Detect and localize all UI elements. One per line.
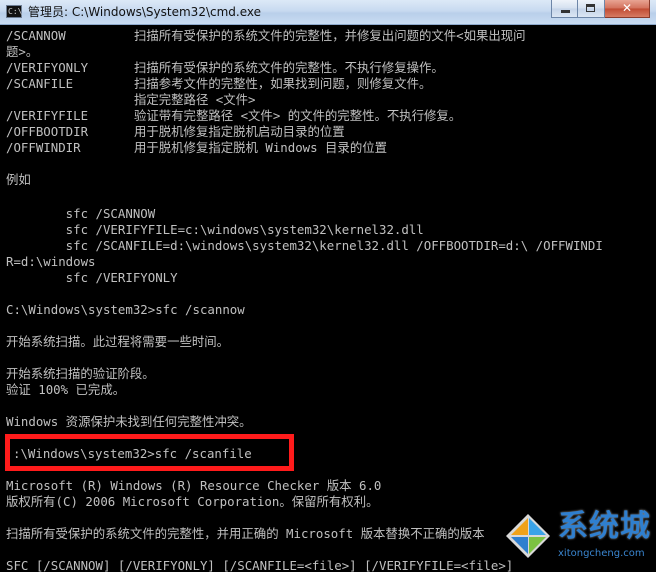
option-switch: /OFFWINDIR bbox=[6, 140, 81, 155]
example-line: sfc /SCANNOW bbox=[6, 206, 156, 221]
option-description: 用于脱机修复指定脱机启动目录的位置 bbox=[134, 124, 345, 139]
output-line: Windows 资源保护未找到任何完整性冲突。 bbox=[6, 414, 252, 429]
minimize-icon bbox=[561, 10, 570, 13]
option-switch: /OFFBOOTDIR bbox=[6, 124, 89, 139]
output-line: Microsoft (R) Windows (R) Resource Check… bbox=[6, 478, 382, 493]
cmd-window: C:\ 管理员: C:\Windows\System32\cmd.exe ✕ /… bbox=[0, 0, 656, 572]
window-controls: ✕ bbox=[551, 0, 650, 19]
option-description: 扫描参考文件的完整性，如果找到问题，则修复文件。 bbox=[134, 76, 432, 91]
console-output[interactable]: /SCANNOW 扫描所有受保护的系统文件的完整性，并修复出问题的文件<如果出现… bbox=[0, 25, 656, 572]
watermark-brand: 系统城 bbox=[558, 509, 651, 544]
example-line: R=d:\windows bbox=[6, 254, 96, 269]
maximize-icon bbox=[586, 4, 595, 12]
windows-flag-icon bbox=[506, 514, 550, 558]
watermark: 系统城 xitongcheng.com bbox=[502, 508, 652, 568]
option-description: 验证带有完整路径 <文件> 的文件的完整性。不执行修复。 bbox=[134, 108, 462, 123]
option-description: 用于脱机修复指定脱机 Windows 目录的位置 bbox=[134, 140, 387, 155]
close-button[interactable]: ✕ bbox=[605, 0, 650, 18]
title-bar[interactable]: C:\ 管理员: C:\Windows\System32\cmd.exe ✕ bbox=[0, 0, 656, 25]
usage-line: SFC [/SCANNOW] [/VERIFYONLY] [/SCANFILE=… bbox=[6, 558, 514, 572]
output-line: 版权所有(C) 2006 Microsoft Corporation。保留所有权… bbox=[6, 494, 379, 509]
option-switch: /VERIFYFILE bbox=[6, 108, 89, 123]
option-switch: /SCANFILE bbox=[6, 76, 74, 91]
watermark-url: xitongcheng.com bbox=[558, 548, 645, 559]
command-prompt: C:\Windows\system32>sfc /scannow bbox=[6, 302, 245, 317]
output-line: 扫描所有受保护的系统文件的完整性，并用正确的 Microsoft 版本替换不正确… bbox=[6, 526, 485, 541]
option-switch: /VERIFYONLY bbox=[6, 60, 89, 75]
option-description: 扫描所有受保护的系统文件的完整性。不执行修复操作。 bbox=[134, 60, 444, 75]
example-line: sfc /SCANFILE=d:\windows\system32\kernel… bbox=[6, 238, 603, 253]
option-switch: /SCANNOW bbox=[6, 28, 66, 43]
cmd-icon[interactable]: C:\ bbox=[6, 5, 22, 18]
output-line: 验证 100% 已完成。 bbox=[6, 382, 126, 397]
example-heading: 例如 bbox=[6, 172, 31, 187]
example-line: sfc /VERIFYONLY bbox=[6, 270, 178, 285]
red-highlight-box bbox=[5, 434, 294, 471]
close-icon: ✕ bbox=[621, 1, 633, 15]
example-line: sfc /VERIFYFILE=c:\windows\system32\kern… bbox=[6, 222, 424, 237]
output-line: 开始系统扫描的验证阶段。 bbox=[6, 366, 155, 381]
output-line: 开始系统扫描。此过程将需要一些时间。 bbox=[6, 334, 230, 349]
option-description: 扫描所有受保护的系统文件的完整性，并修复出问题的文件<如果出现问 bbox=[134, 28, 526, 43]
option-description: 指定完整路径 <文件> bbox=[134, 92, 256, 107]
option-description: 题>。 bbox=[6, 44, 39, 59]
maximize-button[interactable] bbox=[578, 0, 605, 18]
minimize-button[interactable] bbox=[551, 0, 578, 18]
window-title: 管理员: C:\Windows\System32\cmd.exe bbox=[28, 5, 261, 19]
cmd-icon-label: C:\ bbox=[8, 7, 23, 16]
